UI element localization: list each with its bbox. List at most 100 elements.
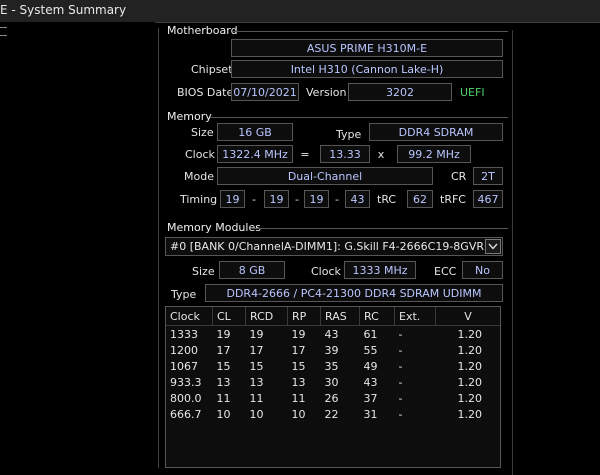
ecc-label: ECC [434,265,457,278]
cell-voltage: 1.20 [457,359,483,373]
memory-type-field: DDR4 SDRAM [369,123,503,141]
tree-line [0,27,7,28]
bios-date-label: BIOS Date [177,86,234,99]
memory-module-dropdown[interactable]: #0 [BANK 0/ChannelA-DIMM1]: G.Skill F4-2… [165,237,503,256]
cell-rc: 37 [363,391,378,405]
section-divider [252,228,508,229]
section-divider [210,117,508,118]
bios-version-field: 3202 [348,83,452,101]
memory-mode-label: Mode [184,170,214,183]
table-header-row: Clock CL RCD RP RAS RC Ext. V [166,307,500,326]
timing-separator: - [335,193,339,206]
column-header-cl: CL [212,307,246,326]
cell-ras: 35 [324,359,339,373]
module-size-label: Size [192,265,215,278]
command-rate-label: CR [451,170,467,183]
timing-label: Timing [180,193,218,206]
cell-voltage: 1.20 [457,343,483,357]
cell-rcd: 10 [249,407,264,421]
title-bar: E - System Summary [0,0,600,23]
cell-cl: 11 [216,391,231,405]
table-row: 800.0 11 11 11 26 37 - 1.20 [166,390,500,406]
cell-ras: 22 [324,407,339,421]
right-border [512,30,513,475]
uefi-indicator: UEFI [460,86,485,99]
tree-line [0,35,7,36]
cell-cl: 19 [216,327,231,341]
cell-rc: 43 [363,375,378,389]
column-header-voltage: V [435,307,500,326]
cell-clock: 800.0 [170,391,202,405]
bios-date-field: 07/10/2021 [231,83,299,101]
cell-voltage: 1.20 [457,391,483,405]
column-header-rp: RP [287,307,321,326]
cell-rcd: 15 [249,359,264,373]
trc-field: 62 [407,190,433,208]
memory-type-label: Type [336,128,362,141]
cell-ras: 30 [324,375,339,389]
cell-ras: 26 [324,391,339,405]
cell-rcd: 13 [249,375,264,389]
cell-voltage: 1.20 [457,327,483,341]
cell-rc: 31 [363,407,378,421]
memory-size-label: Size [191,126,214,139]
cell-ext: - [398,327,403,341]
motherboard-section-title: Motherboard [167,24,238,37]
equals-sign: = [300,148,310,161]
chipset-field: Intel H310 (Cannon Lake-H) [231,60,503,78]
module-clock-label: Clock [311,265,341,278]
module-size-field: 8 GB [219,261,285,279]
cell-ext: - [398,391,403,405]
cell-rcd: 17 [249,343,264,357]
cell-clock: 666.7 [170,407,202,421]
trc-label: tRC [377,193,397,206]
times-sign: x [377,148,385,161]
column-header-rc: RC [359,307,395,326]
cell-clock: 1200 [170,343,198,357]
cell-rp: 15 [291,359,306,373]
cell-ext: - [398,359,403,373]
timing-separator: - [295,193,299,206]
memory-clock-field: 1322.4 MHz [217,145,293,163]
cell-rcd: 19 [249,327,264,341]
memory-module-selected: #0 [BANK 0/ChannelA-DIMM1]: G.Skill F4-2… [170,240,484,253]
cell-ras: 43 [324,327,339,341]
timing-cl-field: 19 [220,190,245,208]
table-row: 1067 15 15 15 35 49 - 1.20 [166,358,500,374]
cell-ext: - [398,407,403,421]
spd-timing-table: Clock CL RCD RP RAS RC Ext. V 1333 19 19… [165,306,501,468]
left-pane [0,22,155,475]
window-title: E - System Summary [0,3,127,17]
cell-rp: 17 [291,343,306,357]
module-type-field: DDR4-2666 / PC4-21300 DDR4 SDRAM UDIMM [205,284,503,302]
cell-cl: 17 [216,343,231,357]
column-header-ras: RAS [320,307,360,326]
cell-rc: 49 [363,359,378,373]
cell-ras: 39 [324,343,339,357]
module-clock-field: 1333 MHz [344,261,416,279]
section-divider [233,31,508,32]
cell-rc: 61 [363,327,378,341]
memory-multiplier-field: 13.33 [320,145,370,163]
motherboard-model-field: ASUS PRIME H310M-E [231,39,503,57]
ecc-field: No [462,261,503,279]
memory-modules-section-title: Memory Modules [167,221,261,234]
module-type-label: Type [171,288,197,301]
pane-divider [158,28,159,468]
table-row: 1200 17 17 17 39 55 - 1.20 [166,342,500,358]
command-rate-field: 2T [473,167,503,185]
timing-rcd-field: 19 [264,190,289,208]
column-header-rcd: RCD [245,307,288,326]
chipset-label: Chipset [191,63,233,76]
timing-rp-field: 19 [304,190,329,208]
cell-clock: 1067 [170,359,198,373]
cell-voltage: 1.20 [457,375,483,389]
column-header-ext: Ext. [394,307,436,326]
memory-size-field: 16 GB [217,123,293,141]
cell-cl: 13 [216,375,231,389]
bus-clock-field: 99.2 MHz [397,145,471,163]
memory-clock-label: Clock [185,148,215,161]
chevron-down-icon[interactable] [485,239,501,254]
trfc-label: tRFC [440,193,466,206]
table-row: 666.7 10 10 10 22 31 - 1.20 [166,406,500,422]
